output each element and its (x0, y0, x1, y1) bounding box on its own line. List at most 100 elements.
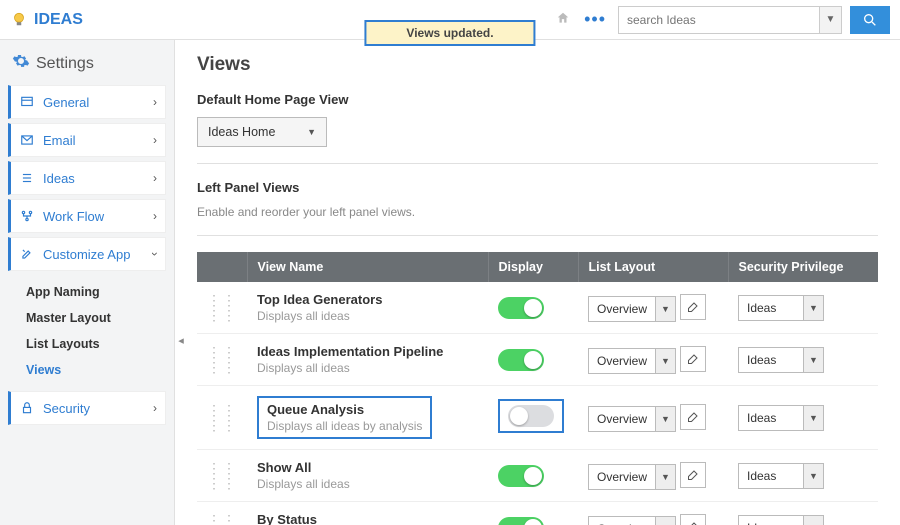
layout-value: Overview (589, 412, 655, 426)
row-title: Show All (257, 460, 478, 475)
layout-select[interactable]: Overview▼ (588, 516, 676, 525)
sidebar-item-general[interactable]: General › (8, 85, 166, 119)
security-value: Ideas (739, 353, 803, 367)
security-value: Ideas (739, 469, 803, 483)
sidebar-collapse-handle[interactable]: ◂ (175, 330, 187, 350)
page-title: Views (197, 54, 878, 76)
sidebar-item-label: Ideas (43, 171, 75, 186)
gear-icon (12, 52, 30, 75)
drag-handle-icon[interactable]: ⋮⋮⋮⋮ (207, 460, 237, 491)
sidebar-item-label: Work Flow (43, 209, 104, 224)
col-name: View Name (247, 252, 488, 282)
search-scope-dropdown[interactable]: ▼ (819, 7, 841, 33)
chevron-down-icon: ▼ (803, 464, 823, 488)
chevron-down-icon: ▼ (655, 407, 675, 431)
search-input[interactable] (619, 7, 819, 33)
layout-value: Overview (589, 354, 655, 368)
edit-layout-button[interactable] (680, 294, 706, 320)
layout-value: Overview (589, 470, 655, 484)
row-desc: Displays all ideas (257, 309, 478, 323)
display-toggle[interactable] (498, 517, 544, 525)
table-row: ⋮⋮⋮⋮ Queue Analysis Displays all ideas by … (197, 386, 878, 450)
sidebar-item-email[interactable]: Email › (8, 123, 166, 157)
security-select[interactable]: Ideas▼ (738, 347, 824, 373)
sidebar-title: Settings (8, 52, 166, 75)
home-icon[interactable] (556, 11, 570, 28)
subitem-app-naming[interactable]: App Naming (22, 279, 166, 305)
default-view-value: Ideas Home (208, 125, 275, 139)
brand[interactable]: IDEAS (10, 11, 83, 29)
sidebar-title-text: Settings (36, 55, 94, 73)
edit-layout-button[interactable] (680, 514, 706, 525)
display-toggle[interactable] (508, 405, 554, 427)
drag-handle-icon[interactable]: ⋮⋮⋮⋮ (207, 402, 237, 433)
main-content: Views Default Home Page View Ideas Home … (175, 40, 900, 525)
security-value: Ideas (739, 411, 803, 425)
chevron-down-icon: ▼ (655, 349, 675, 373)
sidebar-item-label: General (43, 95, 89, 110)
drag-handle-icon[interactable]: ⋮⋮⋮⋮ (207, 292, 237, 323)
layout: Settings General › Email › Ideas › Work … (0, 40, 900, 525)
list-icon (19, 171, 35, 185)
layout-select[interactable]: Overview▼ (588, 464, 676, 490)
drag-handle-icon[interactable]: ⋮⋮⋮⋮ (207, 344, 237, 375)
row-title: Queue Analysis (267, 402, 422, 417)
col-handle (197, 252, 247, 282)
divider (197, 163, 878, 164)
notification-text: Views updated. (406, 26, 493, 40)
sidebar-item-workflow[interactable]: Work Flow › (8, 199, 166, 233)
lock-icon (19, 401, 35, 415)
sidebar-item-label: Security (43, 401, 90, 416)
display-toggle[interactable] (498, 465, 544, 487)
subitem-master-layout[interactable]: Master Layout (22, 305, 166, 331)
chevron-right-icon: › (153, 171, 157, 185)
layout-select[interactable]: Overview▼ (588, 406, 676, 432)
sidebar-item-customize[interactable]: Customize App › (8, 237, 166, 271)
sidebar-item-security[interactable]: Security › (8, 391, 166, 425)
layout-value: Overview (589, 522, 655, 525)
mail-icon (19, 133, 35, 147)
layout-icon (19, 95, 35, 109)
chevron-down-icon: ▼ (803, 516, 823, 525)
chevron-down-icon: › (148, 252, 162, 256)
col-layout: List Layout (578, 252, 728, 282)
subitem-list-layouts[interactable]: List Layouts (22, 331, 166, 357)
row-desc: Displays all ideas (257, 361, 478, 375)
chevron-right-icon: › (153, 209, 157, 223)
display-toggle[interactable] (498, 349, 544, 371)
table-row: ⋮⋮⋮⋮Show AllDisplays all ideasOverview▼I… (197, 450, 878, 502)
subitem-views[interactable]: Views (22, 357, 166, 383)
security-select[interactable]: Ideas▼ (738, 515, 824, 525)
chevron-down-icon: ▼ (803, 406, 823, 430)
security-select[interactable]: Ideas▼ (738, 463, 824, 489)
chevron-down-icon: ▼ (826, 14, 836, 25)
chevron-down-icon: ▼ (655, 297, 675, 321)
display-toggle[interactable] (498, 297, 544, 319)
edit-layout-button[interactable] (680, 346, 706, 372)
default-view-select[interactable]: Ideas Home ▼ (197, 117, 327, 147)
security-select[interactable]: Ideas▼ (738, 295, 824, 321)
edit-layout-button[interactable] (680, 404, 706, 430)
sidebar-item-ideas[interactable]: Ideas › (8, 161, 166, 195)
layout-select[interactable]: Overview▼ (588, 348, 676, 374)
left-panel-subtext: Enable and reorder your left panel views… (197, 205, 878, 219)
chevron-down-icon: ▼ (655, 465, 675, 489)
flow-icon (19, 209, 35, 223)
views-table: View Name Display List Layout Security P… (197, 252, 878, 525)
more-icon[interactable]: ••• (584, 9, 606, 30)
security-select[interactable]: Ideas▼ (738, 405, 824, 431)
row-desc: Displays all ideas by analysis (267, 419, 422, 433)
layout-value: Overview (589, 302, 655, 316)
row-desc: Displays all ideas (257, 477, 478, 491)
row-title: By Status (257, 512, 478, 525)
drag-handle-icon[interactable]: ⋮⋮⋮⋮ (207, 512, 237, 525)
edit-layout-button[interactable] (680, 462, 706, 488)
search-button[interactable] (850, 6, 890, 34)
sidebar: Settings General › Email › Ideas › Work … (0, 40, 175, 525)
row-title: Ideas Implementation Pipeline (257, 344, 478, 359)
col-display: Display (488, 252, 578, 282)
chevron-down-icon: ▼ (307, 127, 316, 137)
col-security: Security Privilege (728, 252, 878, 282)
chevron-right-icon: › (153, 401, 157, 415)
layout-select[interactable]: Overview▼ (588, 296, 676, 322)
